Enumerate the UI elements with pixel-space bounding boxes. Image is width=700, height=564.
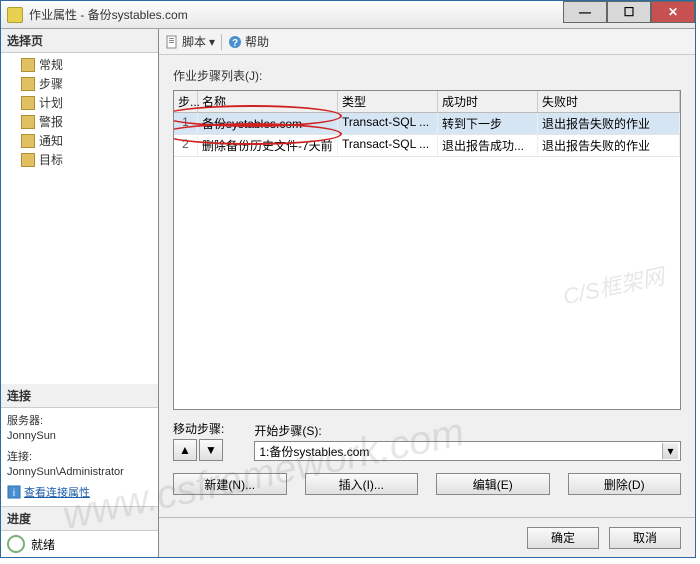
help-icon: ? (228, 35, 242, 49)
cell-step: 1 (174, 113, 198, 134)
arrow-up-icon: ▲ (179, 443, 191, 457)
cell-type: Transact-SQL ... (338, 113, 438, 134)
minimize-button[interactable]: — (563, 1, 607, 23)
insert-button[interactable]: 插入(I)... (305, 473, 419, 495)
progress-header: 进度 (1, 507, 158, 531)
chevron-down-icon: ▾ (209, 35, 215, 49)
server-label: 服务器: (7, 412, 152, 428)
cancel-button[interactable]: 取消 (609, 527, 681, 549)
sidebar-item-label: 目标 (39, 151, 63, 168)
page-icon (21, 153, 35, 167)
steps-list-label: 作业步骤列表(J): (173, 67, 681, 84)
page-icon (21, 115, 35, 129)
grid-header: 步... 名称 类型 成功时 失败时 (174, 91, 680, 113)
cell-success: 转到下一步 (438, 113, 538, 134)
page-icon (21, 134, 35, 148)
connection-info: 服务器: JonnySun 连接: JonnySun\Administrator… (1, 408, 158, 506)
page-list: 常规 步骤 计划 警报 通知 目标 (1, 53, 158, 171)
sidebar-item-label: 步骤 (39, 75, 63, 92)
new-button[interactable]: 新建(N)... (173, 473, 287, 495)
sidebar-item-label: 常规 (39, 56, 63, 73)
dialog-footer: 确定 取消 (159, 517, 695, 557)
view-connection-text: 查看连接属性 (24, 484, 90, 500)
view-connection-link[interactable]: i 查看连接属性 (7, 484, 90, 500)
window-title: 作业属性 - 备份systables.com (29, 6, 188, 23)
cell-success: 退出报告成功... (438, 135, 538, 156)
chevron-down-icon: ▾ (662, 443, 678, 459)
script-button[interactable]: 脚本 ▾ (165, 33, 215, 50)
window-controls: — ☐ ✕ (563, 1, 695, 23)
sidebar-item-label: 计划 (39, 94, 63, 111)
move-label: 移动步骤: (173, 420, 224, 437)
help-button[interactable]: ? 帮助 (228, 33, 269, 50)
close-button[interactable]: ✕ (651, 1, 695, 23)
page-icon (21, 96, 35, 110)
move-up-button[interactable]: ▲ (173, 439, 197, 461)
cell-fail: 退出报告失败的作业 (538, 135, 680, 156)
progress-body: 就绪 (1, 531, 158, 557)
script-icon (165, 35, 179, 49)
col-success[interactable]: 成功时 (438, 91, 538, 112)
sidebar-item-alerts[interactable]: 警报 (1, 112, 158, 131)
sidebar: 选择页 常规 步骤 计划 警报 通知 目标 连接 服务器: JonnySun 连… (1, 29, 159, 557)
col-type[interactable]: 类型 (338, 91, 438, 112)
col-step[interactable]: 步... (174, 91, 198, 112)
sidebar-item-schedule[interactable]: 计划 (1, 93, 158, 112)
move-down-button[interactable]: ▼ (199, 439, 223, 461)
cell-type: Transact-SQL ... (338, 135, 438, 156)
sidebar-item-label: 警报 (39, 113, 63, 130)
job-properties-window: 作业属性 - 备份systables.com — ☐ ✕ 选择页 常规 步骤 计… (0, 0, 696, 558)
toolbar: 脚本 ▾ ? 帮助 (159, 29, 695, 55)
sidebar-item-general[interactable]: 常规 (1, 55, 158, 74)
sidebar-item-notify[interactable]: 通知 (1, 131, 158, 150)
titlebar[interactable]: 作业属性 - 备份systables.com — ☐ ✕ (1, 1, 695, 29)
sidebar-item-steps[interactable]: 步骤 (1, 74, 158, 93)
info-icon: i (7, 485, 21, 499)
edit-button[interactable]: 编辑(E) (436, 473, 550, 495)
server-value: JonnySun (7, 430, 152, 442)
cell-step: 2 (174, 135, 198, 156)
sidebar-item-targets[interactable]: 目标 (1, 150, 158, 169)
connection-value: JonnySun\Administrator (7, 466, 152, 478)
progress-status: 就绪 (31, 536, 55, 553)
arrow-down-icon: ▼ (205, 443, 217, 457)
start-step-value: 1:备份systables.com (259, 443, 662, 460)
page-icon (21, 77, 35, 91)
ok-button[interactable]: 确定 (527, 527, 599, 549)
app-icon (7, 7, 23, 23)
maximize-button[interactable]: ☐ (607, 1, 651, 23)
svg-text:i: i (13, 488, 15, 499)
start-step-label: 开始步骤(S): (254, 422, 681, 439)
svg-text:?: ? (232, 38, 238, 49)
help-label: 帮助 (245, 33, 269, 50)
script-label: 脚本 (182, 33, 206, 50)
cell-name: 备份systables.com (198, 113, 338, 134)
progress-circle-icon (7, 535, 25, 553)
cell-name: 删除备份历史文件-7天前 (198, 135, 338, 156)
toolbar-separator (221, 34, 222, 50)
main-panel: 脚本 ▾ ? 帮助 作业步骤列表(J): 步... 名称 类 (159, 29, 695, 557)
page-icon (21, 58, 35, 72)
steps-grid[interactable]: 步... 名称 类型 成功时 失败时 1 备份systables.com Tra… (173, 90, 681, 410)
delete-button[interactable]: 删除(D) (568, 473, 682, 495)
table-row[interactable]: 2 删除备份历史文件-7天前 Transact-SQL ... 退出报告成功..… (174, 135, 680, 157)
cell-fail: 退出报告失败的作业 (538, 113, 680, 134)
select-page-header: 选择页 (1, 29, 158, 53)
col-name[interactable]: 名称 (198, 91, 338, 112)
col-fail[interactable]: 失败时 (538, 91, 680, 112)
sidebar-item-label: 通知 (39, 132, 63, 149)
connection-header: 连接 (1, 384, 158, 408)
connection-label: 连接: (7, 448, 152, 464)
table-row[interactable]: 1 备份systables.com Transact-SQL ... 转到下一步… (174, 113, 680, 135)
start-step-select[interactable]: 1:备份systables.com ▾ (254, 441, 681, 461)
